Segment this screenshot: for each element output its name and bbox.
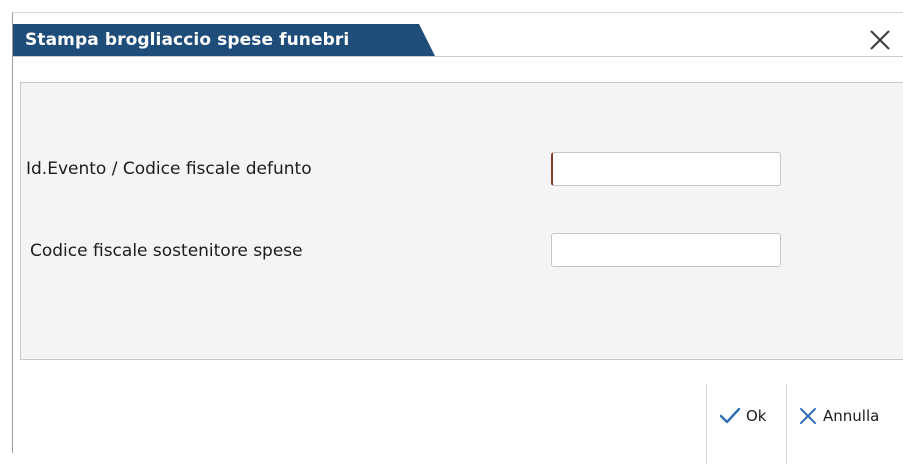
close-icon [870,30,890,50]
button-separator [786,384,787,464]
close-icon [800,408,816,424]
title-bar: Stampa brogliaccio spese funebri [13,24,435,56]
ok-button[interactable]: Ok [719,399,767,433]
dialog-title: Stampa brogliaccio spese funebri [25,30,350,50]
close-button[interactable] [868,28,892,52]
cancel-button-label: Annulla [823,407,880,425]
title-divider [13,56,903,57]
button-separator [706,384,707,464]
cancel-button[interactable]: Annulla [798,399,879,433]
top-background [0,0,903,12]
print-dialog: Stampa brogliaccio spese funebri Id.Even… [12,12,903,464]
sostenitore-codice-fiscale-input[interactable] [551,233,781,267]
form-panel: Id.Evento / Codice fiscale defunto Codic… [20,82,903,360]
ok-button-label: Ok [746,407,767,425]
check-icon [719,407,741,424]
evento-codice-fiscale-input[interactable] [551,152,781,186]
field-label-evento: Id.Evento / Codice fiscale defunto [26,159,312,179]
field-label-sostenitore: Codice fiscale sostenitore spese [30,241,303,261]
